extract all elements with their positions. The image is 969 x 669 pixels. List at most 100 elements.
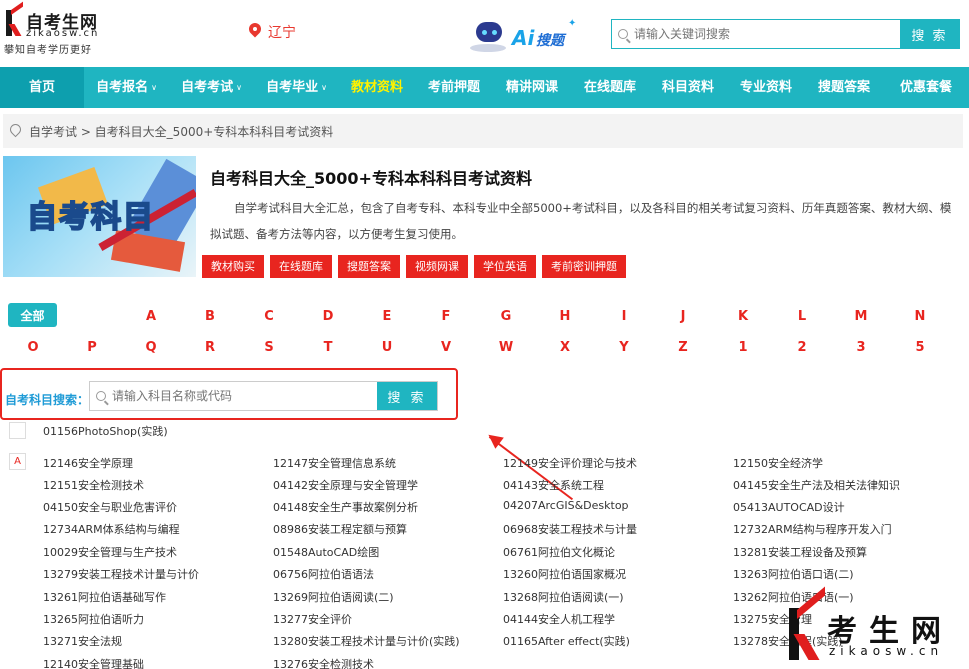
letter-all-button[interactable]: 全部 xyxy=(8,303,57,327)
letter-filter-item[interactable]: Q xyxy=(136,340,166,355)
breadcrumb-text[interactable]: 自学考试 > 自考科目大全_5000+专科本科科目考试资料 xyxy=(29,123,333,140)
subject-link[interactable]: 13262阿拉伯语口语(一) xyxy=(733,589,854,605)
letter-filter-item[interactable]: G xyxy=(491,309,521,324)
subject-link[interactable]: 13281安装工程设备及预算 xyxy=(733,544,867,560)
letter-filter-item[interactable]: 5 xyxy=(905,340,935,355)
subject-link[interactable]: 12732ARM结构与程序开发入门 xyxy=(733,521,892,537)
nav-item-predictions[interactable]: 考前押题 xyxy=(415,67,493,108)
subject-link[interactable]: 04143安全系统工程 xyxy=(503,477,604,493)
watermark-logo: 考生网 zikaosw.cn xyxy=(785,586,965,666)
letter-filter-item[interactable]: L xyxy=(787,309,817,324)
subject-link[interactable]: 06756阿拉伯语语法 xyxy=(273,566,374,582)
subject-link[interactable]: 04144安全人机工程学 xyxy=(503,611,615,627)
location-pin-icon xyxy=(248,23,262,41)
letter-filter-item[interactable]: H xyxy=(550,309,580,324)
subject-link[interactable]: 13265阿拉伯语听力 xyxy=(43,611,144,627)
tag-buy-textbook[interactable]: 教材购买 xyxy=(202,255,264,278)
letter-filter-item[interactable]: W xyxy=(491,340,521,355)
tag-degree-english[interactable]: 学位英语 xyxy=(474,255,536,278)
subject-link[interactable]: 13277安全评价 xyxy=(273,611,352,627)
subject-link[interactable]: 06968安装工程技术与计量 xyxy=(503,521,637,537)
letter-filter-item[interactable]: 1 xyxy=(728,340,758,355)
letter-filter-item[interactable]: B xyxy=(195,309,225,324)
letter-filter-item[interactable]: J xyxy=(668,309,698,324)
location-selector[interactable]: 辽宁 xyxy=(248,22,296,42)
main-nav: 首页 自考报名 ∨ 自考考试 ∨ 自考毕业 ∨ 教材资料 考前押题 精讲网课 在线题库… xyxy=(0,67,969,108)
subject-link[interactable]: 01156PhotoShop(实践) xyxy=(43,423,168,439)
nav-item-home[interactable]: 首页 xyxy=(0,67,84,108)
subject-search-panel: 自考科目搜索： 搜 索 xyxy=(0,368,458,420)
tag-answers[interactable]: 搜题答案 xyxy=(338,255,400,278)
subject-link[interactable]: 12140安全管理基础 xyxy=(43,656,144,669)
nav-item-subject-materials[interactable]: 科目资料 xyxy=(649,67,727,108)
letter-filter-item[interactable]: 3 xyxy=(846,340,876,355)
subject-link[interactable]: 13260阿拉伯语国家概况 xyxy=(503,566,626,582)
letter-filter-item[interactable]: X xyxy=(550,340,580,355)
letter-filter-item[interactable]: V xyxy=(431,340,461,355)
nav-item-materials[interactable]: 教材资料 xyxy=(339,67,415,108)
subject-link[interactable]: 13276安全检测技术 xyxy=(273,656,374,669)
subject-link[interactable]: 13280安装工程技术计量与计价(实践) xyxy=(273,633,460,649)
subject-link[interactable]: 13263阿拉伯语口语(二) xyxy=(733,566,854,582)
letter-filter-item[interactable]: 2 xyxy=(787,340,817,355)
nav-item-registration[interactable]: 自考报名 ∨ xyxy=(84,67,169,108)
letter-filter-item[interactable]: E xyxy=(372,309,402,324)
letter-filter-item[interactable]: Z xyxy=(668,340,698,355)
letter-filter-item[interactable]: K xyxy=(728,309,758,324)
chevron-down-icon: ∨ xyxy=(236,83,242,92)
letter-filter-item[interactable]: U xyxy=(372,340,402,355)
letter-filter-item[interactable]: D xyxy=(313,309,343,324)
letter-filter-item[interactable]: P xyxy=(77,340,107,355)
subject-link[interactable]: 12146安全学原理 xyxy=(43,455,133,471)
subject-link[interactable]: 13268阿拉伯语阅读(一) xyxy=(503,589,624,605)
nav-item-question-bank[interactable]: 在线题库 xyxy=(571,67,649,108)
letter-filter-item[interactable]: A xyxy=(136,309,166,324)
subject-link[interactable]: 04145安全生产法及相关法律知识 xyxy=(733,477,900,493)
subject-link[interactable]: 12149安全评价理论与技术 xyxy=(503,455,637,471)
subject-link[interactable]: 04207ArcGIS&Desktop xyxy=(503,499,629,512)
tag-exam-training[interactable]: 考前密训押题 xyxy=(542,255,626,278)
tag-video-courses[interactable]: 视频网课 xyxy=(406,255,468,278)
subject-link[interactable]: 12734ARM体系结构与编程 xyxy=(43,521,180,537)
tag-question-bank[interactable]: 在线题库 xyxy=(270,255,332,278)
nav-item-courses[interactable]: 精讲网课 xyxy=(493,67,571,108)
letter-filter-item[interactable]: S xyxy=(254,340,284,355)
letter-filter-item[interactable]: C xyxy=(254,309,284,324)
nav-item-packages[interactable]: 优惠套餐 xyxy=(883,67,969,108)
letter-filter-item[interactable]: R xyxy=(195,340,225,355)
top-search-input[interactable] xyxy=(634,27,874,41)
letter-filter-item[interactable]: Y xyxy=(609,340,639,355)
letter-filter-item[interactable]: T xyxy=(313,340,343,355)
letter-filter-item[interactable]: M xyxy=(846,309,876,324)
nav-item-graduation[interactable]: 自考毕业 ∨ xyxy=(254,67,339,108)
logo-slogan: 攀知自考学历更好 xyxy=(4,45,92,56)
subject-link[interactable]: 10029安全管理与生产技术 xyxy=(43,544,177,560)
ai-search-logo[interactable]: Ai 搜题 ✦ xyxy=(466,18,578,58)
subject-link[interactable]: 12150安全经济学 xyxy=(733,455,823,471)
letter-filter-item[interactable]: N xyxy=(905,309,935,324)
chevron-down-icon: ∨ xyxy=(151,83,157,92)
subject-search-input[interactable] xyxy=(112,389,362,403)
subject-link[interactable]: 05413AUTOCAD设计 xyxy=(733,499,845,515)
subject-link[interactable]: 01548AutoCAD绘图 xyxy=(273,544,379,560)
letter-filter-item[interactable]: O xyxy=(18,340,48,355)
subject-search-button[interactable]: 搜 索 xyxy=(377,382,437,410)
letter-filter-item[interactable]: F xyxy=(431,309,461,324)
subject-link[interactable]: 13271安全法规 xyxy=(43,633,122,649)
nav-item-major-materials[interactable]: 专业资料 xyxy=(727,67,805,108)
subject-link[interactable]: 01165After effect(实践) xyxy=(503,633,630,649)
subject-link[interactable]: 13279安装工程技术计量与计价 xyxy=(43,566,199,582)
subject-link[interactable]: 08986安装工程定额与预算 xyxy=(273,521,407,537)
nav-item-answers[interactable]: 搜题答案 xyxy=(805,67,883,108)
subject-link[interactable]: 06761阿拉伯文化概论 xyxy=(503,544,615,560)
subject-link[interactable]: 13269阿拉伯语阅读(二) xyxy=(273,589,394,605)
subject-link[interactable]: 12147安全管理信息系统 xyxy=(273,455,396,471)
top-search-button[interactable]: 搜 索 xyxy=(900,20,959,48)
subject-link[interactable]: 13261阿拉伯语基础写作 xyxy=(43,589,166,605)
subject-link[interactable]: 04148安全生产事故案例分析 xyxy=(273,499,418,515)
subject-link[interactable]: 12151安全检测技术 xyxy=(43,477,144,493)
subject-link[interactable]: 04142安全原理与安全管理学 xyxy=(273,477,418,493)
subject-link[interactable]: 04150安全与职业危害评价 xyxy=(43,499,177,515)
nav-item-exam[interactable]: 自考考试 ∨ xyxy=(169,67,254,108)
letter-filter-item[interactable]: I xyxy=(609,309,639,324)
